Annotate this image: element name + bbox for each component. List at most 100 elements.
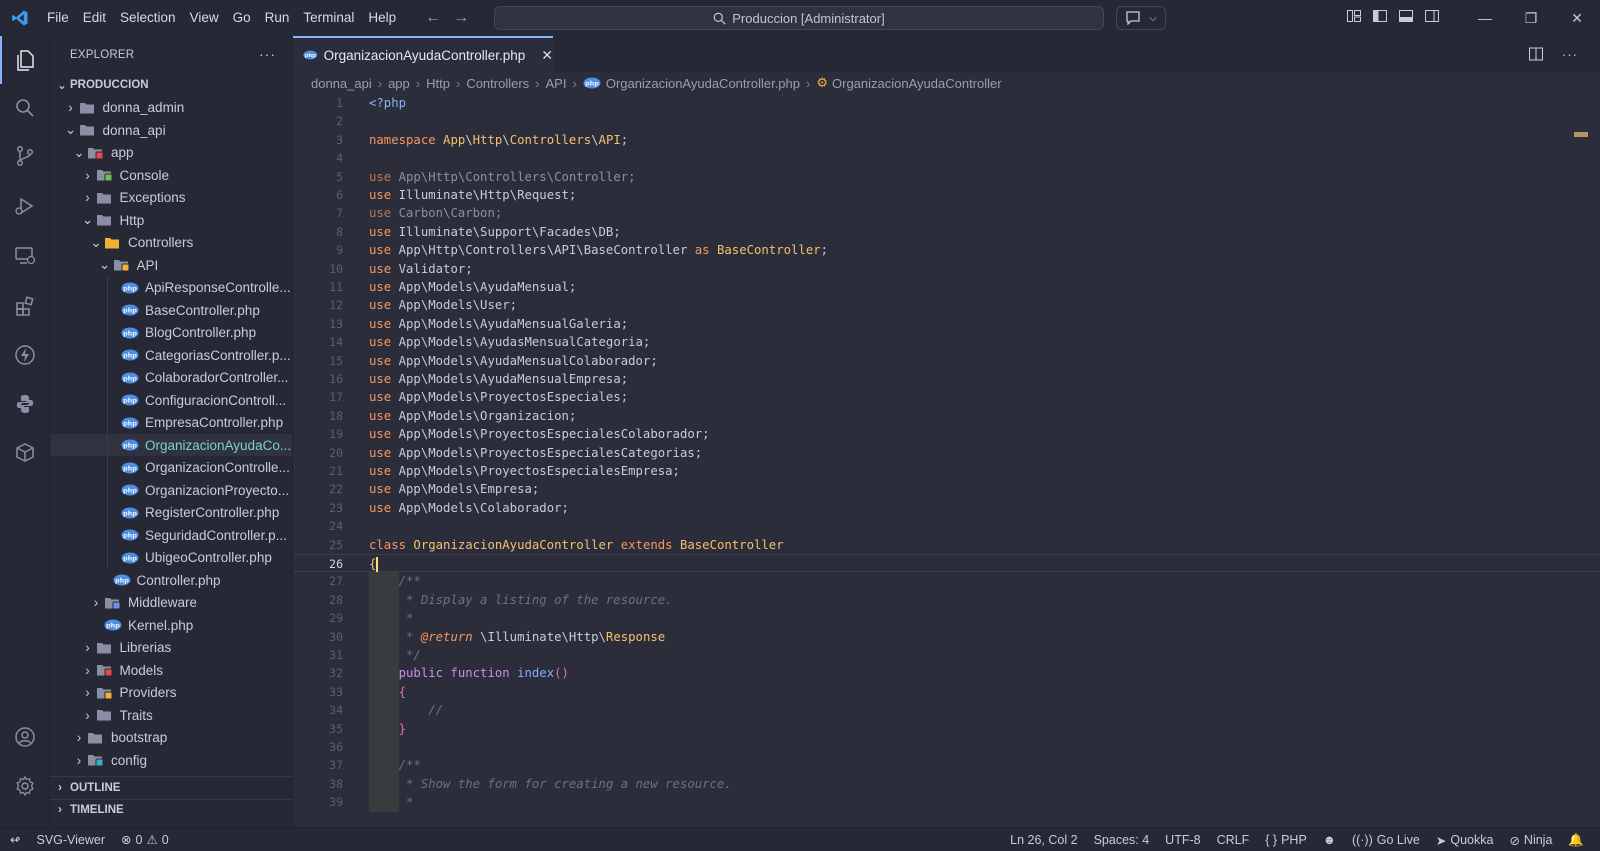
menu-file[interactable]: File bbox=[40, 0, 76, 36]
minimize-icon[interactable]: — bbox=[1462, 0, 1508, 36]
file-item[interactable]: php BlogController.php bbox=[50, 322, 292, 344]
file-item[interactable]: php OrganizacionProyecto... bbox=[50, 479, 292, 501]
split-editor-icon[interactable] bbox=[1528, 46, 1544, 62]
file-item[interactable]: php UbigeoController.php bbox=[50, 547, 292, 569]
menu-selection[interactable]: Selection bbox=[113, 0, 183, 36]
problems-indicator[interactable]: ⊗ 0 ⚠ 0 bbox=[113, 832, 177, 848]
file-item[interactable]: php OrganizacionControlle... bbox=[50, 457, 292, 479]
account-icon[interactable] bbox=[0, 713, 50, 761]
file-item[interactable]: php ApiResponseControlle... bbox=[50, 277, 292, 299]
menu-terminal[interactable]: Terminal bbox=[296, 0, 361, 36]
breadcrumb-item[interactable]: donna_api bbox=[311, 76, 372, 91]
folder-item[interactable]: › config bbox=[50, 749, 292, 771]
go-live-button[interactable]: ((·)) Go Live bbox=[1344, 833, 1428, 847]
folder-item[interactable]: ⌄ Controllers bbox=[50, 232, 292, 254]
toggle-panel-icon[interactable] bbox=[1398, 8, 1414, 24]
more-actions-icon[interactable]: ··· bbox=[259, 46, 276, 62]
command-center[interactable]: Produccion [Administrator] bbox=[494, 6, 1104, 30]
text-cursor bbox=[376, 557, 379, 572]
restore-icon[interactable]: ❐ bbox=[1508, 0, 1554, 36]
breadcrumb-item[interactable]: Controllers bbox=[466, 76, 529, 91]
braces-icon: { } bbox=[1265, 833, 1278, 847]
remote-indicator[interactable]: ↫ bbox=[0, 832, 28, 847]
close-tab-icon[interactable]: ✕ bbox=[541, 47, 553, 64]
python-icon[interactable] bbox=[0, 380, 50, 428]
explorer-root-folder[interactable]: ⌄ PRODUCCION bbox=[50, 74, 292, 96]
php-file-icon: php bbox=[121, 393, 139, 407]
cursor-position[interactable]: Ln 26, Col 2 bbox=[1002, 833, 1085, 847]
breadcrumb-item[interactable]: API bbox=[546, 76, 567, 91]
folder-icon bbox=[96, 191, 114, 205]
outline-section-header[interactable]: › OUTLINE bbox=[50, 776, 292, 798]
folder-item[interactable]: ⌄ API bbox=[50, 254, 292, 276]
tab-organizacion-ayuda-controller[interactable]: php OrganizacionAyudaController.php ✕ bbox=[293, 36, 553, 72]
chevron-right-icon: › bbox=[58, 781, 62, 794]
svg-text:php: php bbox=[123, 441, 137, 449]
menu-go[interactable]: Go bbox=[226, 0, 258, 36]
close-window-icon[interactable]: ✕ bbox=[1554, 0, 1600, 36]
menu-view[interactable]: View bbox=[183, 0, 226, 36]
encoding[interactable]: UTF-8 bbox=[1157, 833, 1208, 847]
toggle-secondary-sidebar-icon[interactable] bbox=[1424, 8, 1440, 24]
svg-viewer-item[interactable]: SVG-Viewer bbox=[28, 833, 113, 847]
folder-item[interactable]: › Providers bbox=[50, 682, 292, 704]
folder-icon bbox=[96, 663, 114, 677]
thunder-client-icon[interactable] bbox=[0, 331, 50, 379]
folder-item[interactable]: ⌄ Http bbox=[50, 209, 292, 231]
code-text: <?php bbox=[369, 96, 407, 110]
source-control-icon[interactable] bbox=[0, 132, 50, 180]
folder-item[interactable]: › donna_admin bbox=[50, 97, 292, 119]
ninja-button[interactable]: ⊘ Ninja bbox=[1501, 833, 1560, 848]
folder-item[interactable]: ⌄ app bbox=[50, 142, 292, 164]
code-editor[interactable]: 1 <?php 2 3 namespace App\Http\Controllers\A… bbox=[293, 94, 1600, 827]
indentation[interactable]: Spaces: 4 bbox=[1086, 833, 1158, 847]
back-arrow-icon[interactable]: ← bbox=[425, 9, 441, 27]
folder-item[interactable]: › bootstrap bbox=[50, 727, 292, 749]
explorer-icon[interactable] bbox=[0, 36, 50, 84]
search-icon[interactable] bbox=[0, 84, 50, 132]
menu-run[interactable]: Run bbox=[258, 0, 297, 36]
folder-item[interactable]: › Console bbox=[50, 164, 292, 186]
code-text: use Validator; bbox=[369, 261, 473, 276]
menu-edit[interactable]: Edit bbox=[76, 0, 113, 36]
menu-help[interactable]: Help bbox=[361, 0, 403, 36]
remote-explorer-icon[interactable] bbox=[0, 232, 50, 280]
folder-item[interactable]: › Exceptions bbox=[50, 187, 292, 209]
file-item[interactable]: php ColaboradorController... bbox=[50, 367, 292, 389]
folder-item[interactable]: › Librerias bbox=[50, 637, 292, 659]
toggle-primary-sidebar-icon[interactable] bbox=[1372, 8, 1388, 24]
quokka-button[interactable]: ➤ Quokka bbox=[1428, 833, 1502, 848]
file-item[interactable]: php EmpresaController.php bbox=[50, 412, 292, 434]
notifications-bell-icon[interactable]: 🔔 bbox=[1560, 833, 1592, 848]
containers-icon[interactable] bbox=[0, 428, 50, 476]
language-mode[interactable]: { } PHP bbox=[1257, 833, 1315, 847]
file-item[interactable]: php RegisterController.php bbox=[50, 502, 292, 524]
file-item[interactable]: php Controller.php bbox=[50, 569, 292, 591]
run-debug-icon[interactable] bbox=[0, 182, 50, 230]
copilot-status[interactable]: ☻ bbox=[1315, 833, 1344, 847]
breadcrumb-item[interactable]: OrganizacionAyudaController bbox=[832, 76, 1002, 91]
folder-item[interactable]: › Traits bbox=[50, 704, 292, 726]
file-item[interactable]: php ConfiguracionControll... bbox=[50, 389, 292, 411]
folder-item[interactable]: ⌄ donna_api bbox=[50, 119, 292, 141]
copilot-chat-button[interactable]: ⌵ bbox=[1116, 6, 1166, 30]
more-actions-icon[interactable]: ··· bbox=[1562, 47, 1578, 62]
file-item[interactable]: php BaseController.php bbox=[50, 299, 292, 321]
breadcrumb-item[interactable]: app bbox=[388, 76, 410, 91]
file-item[interactable]: php SeguridadController.p... bbox=[50, 524, 292, 546]
breadcrumb-item[interactable]: Http bbox=[426, 76, 450, 91]
file-item[interactable]: php CategoriasController.p... bbox=[50, 344, 292, 366]
file-item[interactable]: php Kernel.php bbox=[50, 614, 292, 636]
folder-item[interactable]: › Models bbox=[50, 659, 292, 681]
breadcrumb-item[interactable]: OrganizacionAyudaController.php bbox=[606, 76, 800, 91]
code-line: 1 <?php bbox=[293, 94, 1600, 112]
settings-gear-icon[interactable] bbox=[0, 762, 50, 810]
timeline-section-header[interactable]: › TIMELINE bbox=[50, 798, 292, 821]
extensions-icon[interactable] bbox=[0, 282, 50, 330]
forward-arrow-icon[interactable]: → bbox=[453, 9, 469, 27]
chevron-right-icon: › bbox=[85, 685, 90, 700]
file-item[interactable]: php OrganizacionAyudaCo... bbox=[50, 434, 292, 456]
end-of-line[interactable]: CRLF bbox=[1209, 833, 1258, 847]
customize-layout-icon[interactable] bbox=[1346, 8, 1362, 24]
folder-item[interactable]: › Middleware bbox=[50, 592, 292, 614]
